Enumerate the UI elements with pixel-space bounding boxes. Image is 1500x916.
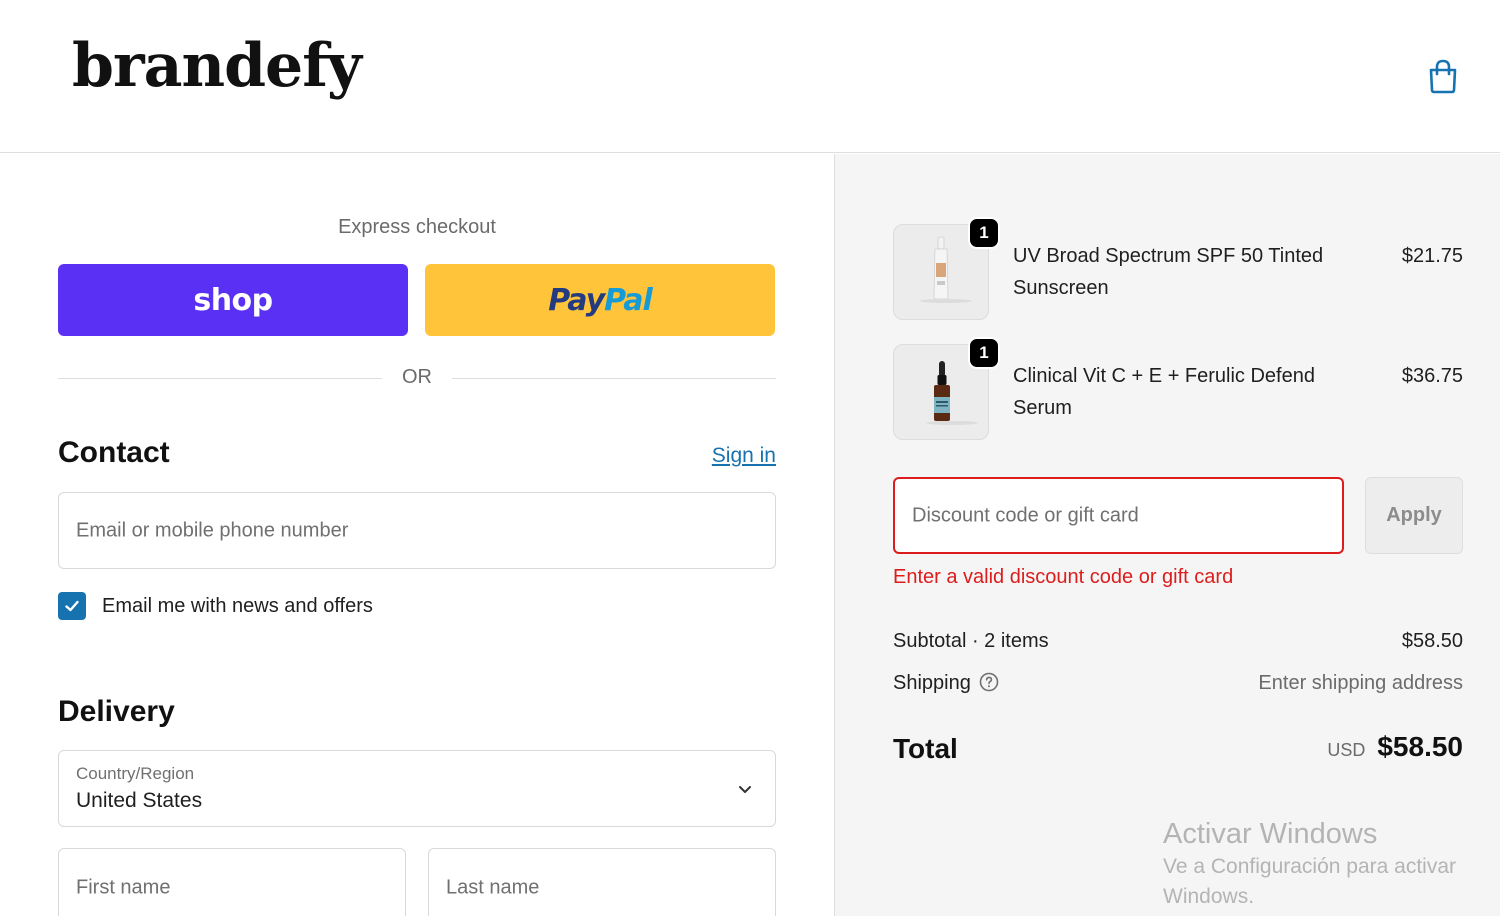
newsletter-label: Email me with news and offers [102, 594, 373, 617]
discount-code-input[interactable]: Discount code or gift card [893, 477, 1344, 554]
newsletter-option[interactable]: Email me with news and offers [58, 591, 373, 621]
delivery-heading: Delivery [58, 695, 175, 728]
site-header: brandefy [0, 0, 1500, 153]
total-label: Total [893, 733, 958, 764]
line-item: 1 UV Broad Spectrum SPF 50 Tinted Sunscr… [893, 217, 1463, 322]
express-checkout-label: Express checkout [338, 216, 496, 238]
product-thumbnail-serum: 1 [893, 337, 1000, 440]
brand-logo[interactable]: brandefy [72, 36, 362, 96]
discount-placeholder: Discount code or gift card [912, 504, 1139, 526]
quantity-badge: 1 [968, 217, 1000, 249]
country-select[interactable]: Country/Region United States [58, 750, 776, 827]
total-amount: $58.50 [1377, 731, 1463, 762]
item-name: Clinical Vit C + E + Ferulic Defend Seru… [1013, 365, 1315, 419]
paypal-button[interactable]: Pay Pal [425, 264, 775, 336]
country-label: Country/Region [76, 764, 195, 783]
item-price: $36.75 [1401, 365, 1463, 387]
checkmark-icon [65, 600, 79, 612]
apply-discount-button[interactable]: Apply [1365, 477, 1463, 554]
item-name: UV Broad Spectrum SPF 50 Tinted Sunscree… [1013, 245, 1324, 299]
line-item: 1 Clinical Vit C + E + Ferulic Defend Se… [893, 337, 1463, 442]
total-currency: USD [1327, 740, 1366, 760]
paypal-logo-pal: Pal [604, 282, 653, 318]
product-thumbnail-sunscreen: 1 [893, 217, 1000, 320]
item-price: $21.75 [1401, 245, 1463, 267]
shipping-label: Shipping [893, 672, 971, 694]
order-summary-column: 1 UV Broad Spectrum SPF 50 Tinted Sunscr… [834, 154, 1500, 916]
shopping-bag-icon[interactable] [1426, 58, 1460, 94]
chevron-down-icon [739, 786, 751, 793]
subtotal-value: $58.50 [1401, 630, 1463, 652]
email-placeholder: Email or mobile phone number [76, 519, 349, 541]
paypal-logo-pay: Pay [548, 282, 605, 318]
watermark-subtitle: Ve a Configuración para activar Windows. [1163, 855, 1457, 908]
quantity-badge: 1 [968, 337, 1000, 369]
watermark-title: Activar Windows [1163, 818, 1378, 850]
subtotal-label: Subtotal · 2 items [893, 630, 1049, 652]
shop-pay-button[interactable]: shop [58, 264, 408, 336]
country-value: United States [76, 789, 203, 812]
discount-error-message: Enter a valid discount code or gift card [893, 566, 1234, 588]
subtotal-row: Subtotal · 2 items $58.50 [893, 630, 1463, 653]
contact-heading: Contact [58, 436, 170, 469]
checkout-form-column: Express checkout shop Pay Pal OR Contact … [0, 154, 834, 916]
newsletter-checkbox[interactable] [58, 592, 86, 620]
shipping-row: Shipping Enter shipping address [893, 672, 1463, 695]
windows-activation-watermark: Activar Windows Ve a Configuración para … [1163, 816, 1493, 912]
or-text: OR [402, 366, 432, 388]
email-field[interactable]: Email or mobile phone number [58, 492, 776, 569]
first-name-placeholder: First name [76, 876, 171, 899]
shipping-value: Enter shipping address [1258, 672, 1463, 694]
total-amount-group: USD $58.50 [1327, 731, 1463, 763]
shop-pay-logo: shop [193, 282, 273, 318]
or-divider: OR [58, 366, 776, 392]
last-name-placeholder: Last name [446, 876, 540, 899]
total-row: Total USD $58.50 [893, 729, 1463, 769]
last-name-field[interactable]: Last name [428, 848, 776, 916]
sign-in-link[interactable]: Sign in [712, 444, 776, 468]
first-name-field[interactable]: First name [58, 848, 406, 916]
question-circle-icon[interactable] [979, 672, 999, 692]
